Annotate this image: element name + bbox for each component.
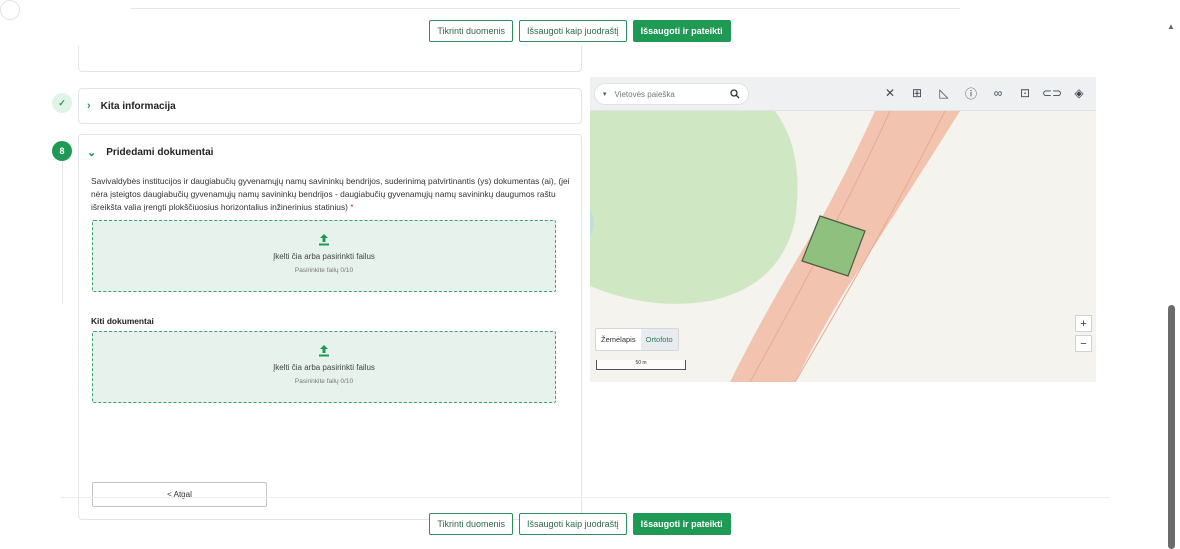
- back-button[interactable]: < Atgal: [92, 482, 267, 507]
- previous-section-card: [78, 46, 582, 72]
- page-scrollbar[interactable]: ▲: [1164, 0, 1180, 549]
- upload-count-text: Pasirinkite failų 0/10: [294, 378, 354, 385]
- map-toolbar: ▾ Vietovės paieška ✕ ⊞ ◺ ⓘ ∞ ⊡ ⊂⊃ ◈: [590, 77, 1096, 111]
- section-kita-informacija[interactable]: › Kita informacija: [78, 88, 582, 124]
- step-connector: [62, 162, 63, 304]
- search-icon[interactable]: [730, 89, 740, 99]
- chevron-right-icon: ›: [87, 100, 91, 112]
- page: Tikrinti duomenis Išsaugoti kaip juodraš…: [0, 0, 1180, 549]
- base-map-switch: Žemėlapis Ortofoto: [595, 328, 679, 351]
- section-header[interactable]: › Kita informacija: [87, 100, 176, 112]
- save-draft-button[interactable]: Išsaugoti kaip juodraštį: [519, 20, 627, 42]
- chevron-down-icon[interactable]: ▾: [603, 90, 607, 98]
- upload-dropzone-other[interactable]: Įkelti čia arba pasirinkti failus Pasiri…: [92, 331, 556, 403]
- required-mark: *: [350, 202, 354, 212]
- step-indicator-active: 8: [52, 141, 72, 161]
- export-icon[interactable]: ⊡: [1016, 84, 1034, 102]
- scroll-thumb[interactable]: [1168, 305, 1175, 549]
- upload-main-text: Įkelti čia arba pasirinkti failus: [273, 252, 375, 261]
- layers-icon[interactable]: ◈: [1070, 84, 1088, 102]
- upload-icon: [319, 345, 329, 357]
- section-title: Pridedami dokumentai: [106, 147, 214, 158]
- check-data-button[interactable]: Tikrinti duomenis: [429, 513, 514, 535]
- search-input[interactable]: Vietovės paieška: [615, 90, 675, 99]
- upload-main-text: Įkelti čia arba pasirinkti failus: [273, 363, 375, 372]
- chain-icon[interactable]: ⊂⊃: [1042, 84, 1062, 102]
- location-search[interactable]: ▾ Vietovės paieška: [594, 83, 749, 105]
- zoom-in-button[interactable]: +: [1075, 315, 1092, 332]
- check-data-button[interactable]: Tikrinti duomenis: [429, 20, 514, 42]
- measure-icon[interactable]: ◺: [935, 84, 953, 102]
- upload-count-text: Pasirinkite failų 0/10: [294, 267, 354, 274]
- tab-zemelapis[interactable]: Žemėlapis: [596, 329, 641, 350]
- tab-ortofoto[interactable]: Ortofoto: [640, 329, 678, 350]
- scale-bar: 50 m: [596, 360, 686, 370]
- top-divider: [130, 8, 960, 9]
- map-panel[interactable]: ▾ Vietovės paieška ✕ ⊞ ◺ ⓘ ∞ ⊡ ⊂⊃ ◈ Žemė…: [590, 77, 1096, 382]
- step-indicator-previous: [0, 0, 20, 20]
- info-icon[interactable]: ⓘ: [962, 84, 980, 102]
- bottom-action-bar: Tikrinti duomenis Išsaugoti kaip juodraš…: [0, 513, 1160, 535]
- top-action-bar: Tikrinti duomenis Išsaugoti kaip juodraš…: [0, 20, 1160, 42]
- section-pridedami-dokumentai: ⌄ Pridedami dokumentai Savivaldybės inst…: [78, 134, 582, 520]
- save-submit-button[interactable]: Išsaugoti ir pateikti: [632, 513, 731, 535]
- zoom-out-button[interactable]: −: [1075, 335, 1092, 352]
- document-description: Savivaldybės institucijos ir daugiabučių…: [91, 175, 576, 214]
- bottom-divider: [60, 497, 1110, 498]
- link-icon[interactable]: ∞: [989, 84, 1007, 102]
- section-title: Kita informacija: [100, 100, 176, 112]
- zoom-controls: + −: [1075, 315, 1092, 352]
- expand-icon[interactable]: ✕: [881, 84, 899, 102]
- description-text: Savivaldybės institucijos ir daugiabučių…: [91, 176, 570, 212]
- upload-dropzone-required[interactable]: Įkelti čia arba pasirinkti failus Pasiri…: [92, 220, 556, 292]
- save-draft-button[interactable]: Išsaugoti kaip juodraštį: [519, 513, 627, 535]
- other-docs-label: Kiti dokumentai: [91, 316, 154, 326]
- scroll-up-arrow-icon[interactable]: ▲: [1167, 22, 1175, 31]
- import-icon[interactable]: ⊞: [908, 84, 926, 102]
- chevron-down-icon: ⌄: [87, 147, 97, 159]
- map-tools: ✕ ⊞ ◺ ⓘ ∞ ⊡ ⊂⊃ ◈: [881, 84, 1088, 102]
- step-done-check-icon: ✓: [52, 93, 72, 113]
- section-header[interactable]: ⌄ Pridedami dokumentai: [87, 146, 213, 159]
- upload-icon: [319, 234, 329, 246]
- save-submit-button[interactable]: Išsaugoti ir pateikti: [632, 20, 731, 42]
